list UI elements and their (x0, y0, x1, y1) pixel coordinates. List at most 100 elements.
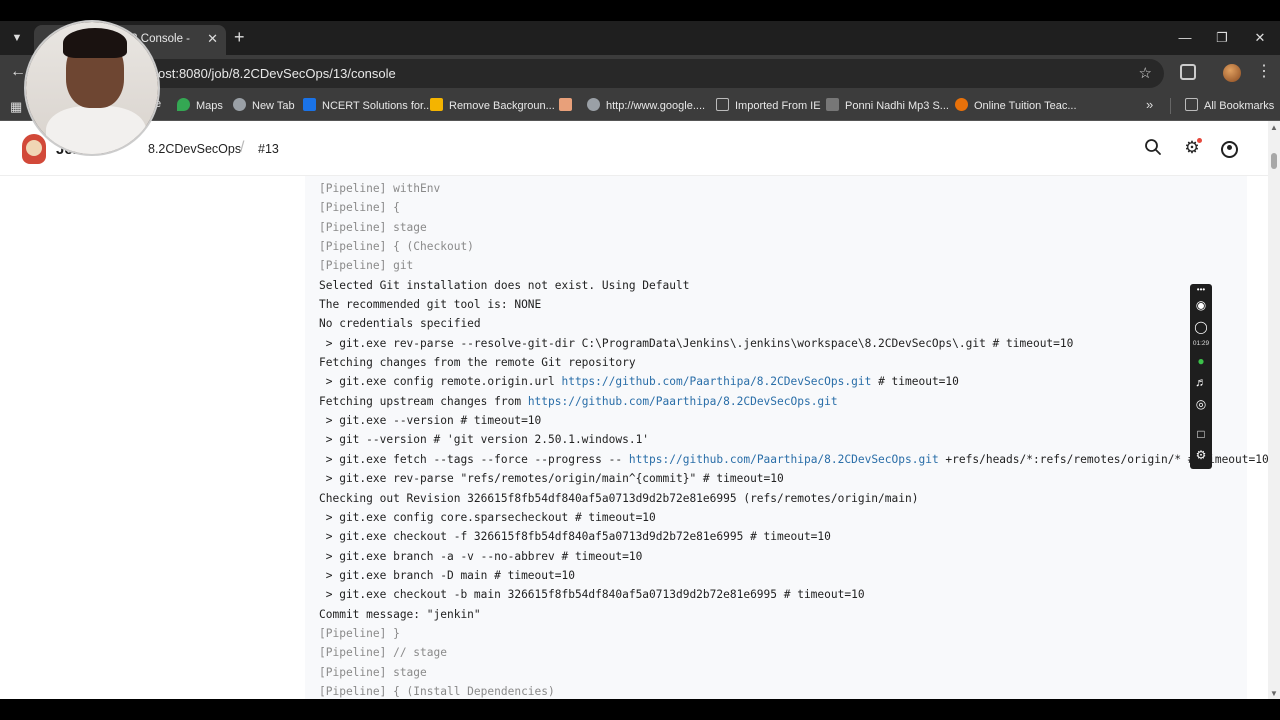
screen-recorder-toolbar: ••• ◉ ◯ 01:29 ● ♬ ◎ □ ⚙ (1190, 284, 1212, 469)
console-line-text: +refs/heads/*:refs/remotes/origin/* # ti… (938, 452, 1268, 466)
bookmark-label: Online Tuition Teac... (974, 100, 1077, 112)
star-icon[interactable]: ☆ (1139, 64, 1152, 82)
console-line: Selected Git installation does not exist… (319, 278, 690, 292)
globe-icon (233, 98, 246, 111)
console-line: The recommended git tool is: NONE (319, 298, 542, 312)
bookmark-label: New Tab (252, 100, 295, 112)
folder-icon (716, 98, 729, 111)
bookmark-label: Imported From IE (735, 100, 821, 112)
search-icon[interactable] (1143, 138, 1163, 158)
globe-icon (587, 98, 600, 111)
console-line: Fetching changes from the remote Git rep… (319, 356, 636, 370)
bookmark-remove-background[interactable]: Remove Backgroun... (430, 98, 555, 112)
console-line: > git.exe --version # timeout=10 (319, 414, 542, 428)
console-line: > git.exe rev-parse --resolve-git-dir C:… (319, 336, 1074, 350)
minimize-icon[interactable]: — (1175, 30, 1195, 45)
webcam-overlay (24, 20, 160, 156)
plus-icon[interactable]: + (234, 28, 245, 46)
webcam-person-body (46, 106, 146, 154)
bookmark-label: http://www.google.... (606, 100, 706, 112)
screen: ▼ #13 Console - ✕ + — ❐ ✕ ← ost:8080/job… (0, 0, 1280, 720)
console-line: > git.exe fetch --tags --force --progres… (319, 450, 1268, 469)
console-pipeline-line: [Pipeline] { (Install Dependencies) (319, 684, 555, 698)
bookmark-ncert[interactable]: NCERT Solutions for... (303, 98, 432, 112)
record-icon[interactable]: ◯ (1190, 320, 1212, 334)
repository-link[interactable]: https://github.com/Paarthipa/8.2CDevSecO… (528, 395, 838, 408)
bookmark-label: NCERT Solutions for... (322, 100, 433, 112)
bookmark-new-tab[interactable]: New Tab (233, 98, 295, 112)
console-output: [Pipeline] withEnv [Pipeline] { [Pipeline]… (305, 176, 1268, 699)
restore-icon[interactable]: ❐ (1212, 30, 1232, 46)
bookmark-label: Maps (196, 100, 223, 112)
console-pipeline-line: [Pipeline] { (Checkout) (319, 240, 474, 254)
address-url: ost:8080/job/8.2CDevSecOps/13/console (158, 66, 396, 81)
webcam-person-hair (63, 28, 127, 58)
console-pipeline-line: [Pipeline] git (319, 259, 414, 273)
scroll-down-icon[interactable]: ▼ (1270, 689, 1278, 698)
letterbox-top (0, 0, 1280, 21)
profile-avatar[interactable] (1223, 64, 1241, 82)
window-close-icon[interactable]: ✕ (1250, 30, 1270, 46)
console-line: > git.exe config remote.origin.url https… (319, 372, 1239, 391)
notification-dot (1197, 138, 1202, 143)
pin-icon[interactable]: ••• (1190, 285, 1212, 294)
v-logo-icon (955, 98, 968, 111)
screen-icon[interactable]: □ (1190, 427, 1212, 441)
folder-icon (1185, 98, 1198, 111)
console-pipeline-line: [Pipeline] { (319, 201, 400, 215)
ncert-icon (303, 98, 316, 111)
apps-grid-icon[interactable]: ▦ (10, 99, 22, 115)
console-line: > git.exe branch -a -v --no-abbrev # tim… (319, 549, 643, 563)
bookmark-label: Ponni Nadhi Mp3 S... (845, 100, 949, 112)
console-line: > git.exe branch -D main # timeout=10 (319, 568, 575, 582)
camera-icon[interactable]: ◉ (1190, 298, 1212, 312)
bookmark-online-tuition[interactable]: Online Tuition Teac... (955, 98, 1077, 112)
chevron-double-right-icon[interactable]: » (1146, 97, 1153, 112)
bookmark-label: Remove Backgroun... (449, 100, 555, 112)
console-pipeline-line: [Pipeline] withEnv (319, 182, 441, 195)
scroll-up-icon[interactable]: ▲ (1270, 123, 1278, 132)
page-scrollbar[interactable]: ▲ ▼ (1268, 121, 1280, 699)
browser-tab-strip: ▼ #13 Console - ✕ + — ❐ ✕ (0, 21, 1280, 55)
console-line: Checking out Revision 326615f8fb54df840a… (319, 491, 919, 505)
breadcrumb-build[interactable]: #13 (258, 142, 279, 156)
console-pipeline-line: [Pipeline] stage (319, 665, 427, 679)
kebab-menu-icon[interactable]: ⋮ (1256, 61, 1272, 81)
console-line-text: Fetching upstream changes from (319, 394, 528, 408)
console-line: > git.exe checkout -f 326615f8fb54df840a… (319, 530, 831, 544)
breadcrumb-job[interactable]: 8.2CDevSecOps (148, 142, 241, 156)
console-line: No credentials specified (319, 317, 481, 331)
user-icon[interactable] (1221, 141, 1238, 158)
settings-icon[interactable]: ⚙ (1190, 448, 1212, 462)
address-bar[interactable]: ost:8080/job/8.2CDevSecOps/13/console ☆ (100, 59, 1164, 88)
divider (1170, 98, 1171, 114)
console-line: Fetching upstream changes from https://g… (319, 392, 1239, 411)
breadcrumb-separator: / (240, 139, 245, 156)
recording-time: 01:29 (1192, 340, 1210, 347)
console-line: > git.exe checkout -b main 326615f8fb54d… (319, 588, 865, 602)
letterbox-bottom (0, 699, 1280, 720)
bookmark-maps[interactable]: Maps (177, 98, 223, 112)
all-bookmarks[interactable]: All Bookmarks (1185, 98, 1274, 112)
bookmarks-bar: ▦ e Maps New Tab NCERT Solutions for... … (0, 92, 1280, 121)
webcam-icon[interactable]: ◎ (1190, 397, 1212, 411)
scrollbar-thumb[interactable] (1271, 153, 1277, 169)
repository-link[interactable]: https://github.com/Paarthipa/8.2CDevSecO… (629, 453, 939, 466)
bookmark-ponni-nadhi[interactable]: Ponni Nadhi Mp3 S... (826, 98, 949, 112)
bookmark-folder-ie[interactable]: Imported From IE (716, 98, 821, 112)
puzzle-icon[interactable] (1180, 64, 1196, 80)
console-line-text: > git.exe fetch --tags --force --progres… (319, 452, 629, 466)
console-pipeline-line: [Pipeline] } (319, 626, 400, 640)
repository-link[interactable]: https://github.com/Paarthipa/8.2CDevSecO… (561, 375, 871, 388)
removebg-icon (430, 98, 443, 111)
chevron-down-icon[interactable]: ▼ (6, 28, 28, 48)
browser-toolbar: ← ost:8080/job/8.2CDevSecOps/13/console … (0, 55, 1280, 92)
close-icon[interactable]: ✕ (207, 31, 218, 47)
bookmark-image[interactable] (559, 98, 578, 112)
all-bookmarks-label: All Bookmarks (1204, 100, 1275, 112)
microphone-icon[interactable]: ● (1190, 354, 1212, 368)
speaker-icon[interactable]: ♬ (1190, 375, 1212, 389)
console-pipeline-line: [Pipeline] // stage (319, 646, 447, 660)
bookmark-google[interactable]: http://www.google.... (587, 98, 705, 112)
console-line: > git --version # 'git version 2.50.1.wi… (319, 433, 650, 447)
